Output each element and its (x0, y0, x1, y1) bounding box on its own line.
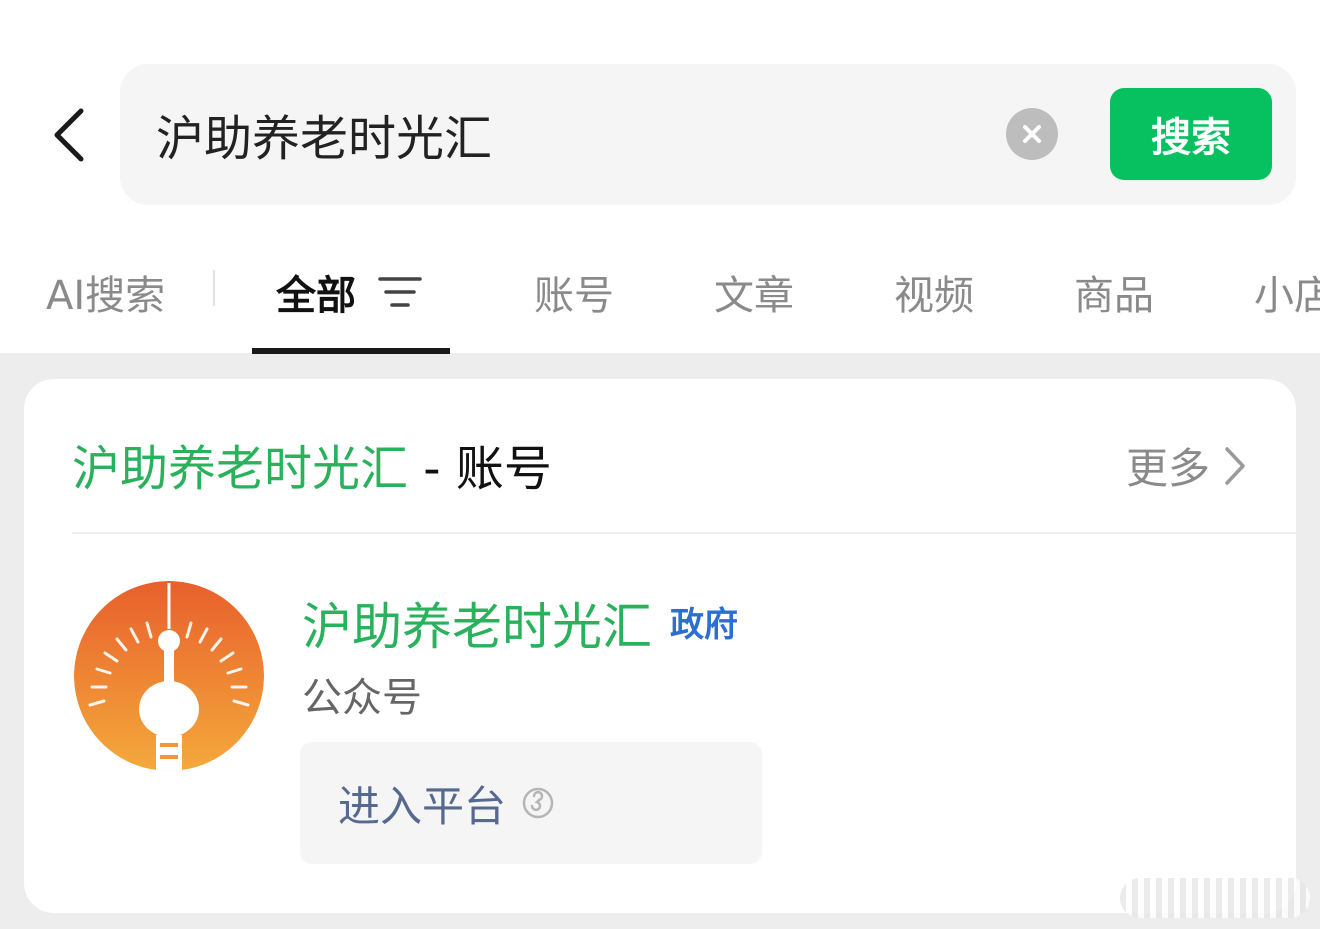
more-label: 更多 (1125, 444, 1210, 493)
chevron-left-icon (54, 108, 84, 162)
section-label: 账号 (455, 441, 552, 497)
top-bar: 搜索 AI搜索 全部 账号 文章 视频 商品 (0, 0, 1320, 354)
tab-label: 账号 (534, 273, 614, 319)
more-link[interactable]: 更多 (1126, 435, 1246, 496)
home-indicator (1120, 878, 1310, 918)
tab-all[interactable]: 全部 (276, 264, 422, 320)
tab-accounts[interactable]: 账号 (534, 264, 614, 320)
enter-platform-label: 进入平台 (338, 781, 507, 831)
tab-label: 商品 (1074, 273, 1154, 319)
title-separator: - (408, 441, 456, 497)
tab-label: 全部 (276, 273, 356, 319)
tab-ai-search[interactable]: AI搜索 (46, 264, 165, 320)
result-section-title: 沪助养老时光汇 - 账号 (72, 429, 552, 499)
tab-videos[interactable]: 视频 (894, 264, 974, 320)
category-tabs: AI搜索 全部 账号 文章 视频 商品 小店 (0, 240, 1320, 354)
tab-label: 小店 (1254, 273, 1320, 319)
tab-label: 视频 (894, 273, 974, 319)
chevron-right-icon (1224, 446, 1246, 486)
tab-products[interactable]: 商品 (1074, 264, 1154, 320)
active-tab-indicator (252, 348, 450, 354)
account-type: 公众号 (302, 675, 422, 721)
tab-label: AI搜索 (46, 273, 166, 319)
tv-tower-logo-icon (74, 581, 264, 771)
tab-divider (213, 270, 215, 306)
verified-badge: 政府 (670, 605, 738, 645)
clear-search-button[interactable] (1006, 108, 1058, 160)
account-avatar[interactable] (74, 581, 264, 771)
close-icon (1023, 125, 1041, 143)
search-input[interactable] (156, 92, 976, 176)
account-name[interactable]: 沪助养老时光汇 (302, 587, 652, 659)
divider (72, 532, 1296, 534)
back-button[interactable] (40, 100, 96, 170)
search-button[interactable]: 搜索 (1110, 88, 1272, 180)
search-bar: 搜索 (120, 64, 1296, 205)
tab-label: 文章 (714, 273, 794, 319)
filter-icon[interactable] (378, 275, 422, 309)
enter-platform-button[interactable]: 进入平台 (300, 742, 762, 864)
tab-shops[interactable]: 小店 (1254, 264, 1320, 320)
account-result-card: 沪助养老时光汇 - 账号 更多 沪助养老时光汇 政府 公众号 进入平台 (24, 379, 1296, 913)
mini-program-icon (522, 787, 554, 819)
keyword-highlight: 沪助养老时光汇 (72, 441, 409, 497)
tab-articles[interactable]: 文章 (714, 264, 794, 320)
